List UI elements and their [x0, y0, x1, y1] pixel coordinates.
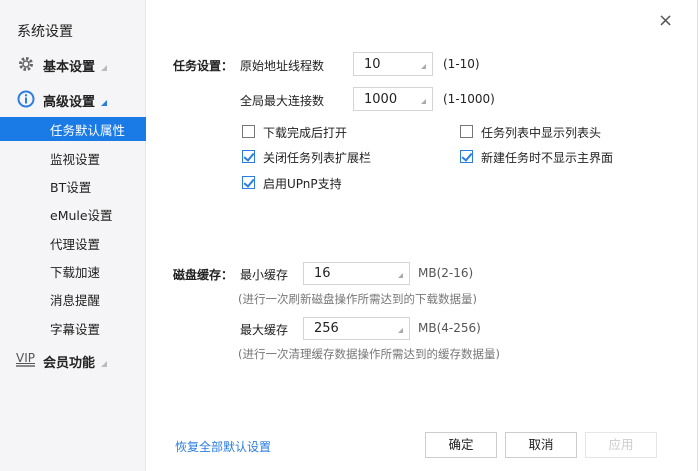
group-label: 基本设置: [43, 60, 96, 75]
task-section-label: 任务设置：: [173, 59, 234, 73]
sidebar-item-monitor[interactable]: 监视设置: [50, 149, 100, 168]
open-after-download-checkbox[interactable]: [242, 125, 255, 138]
checkbox-label: 下载完成后打开: [263, 126, 348, 140]
sidebar-item-proxy[interactable]: 代理设置: [50, 234, 100, 253]
window-title: 系统设置: [17, 24, 73, 40]
gear-icon: [17, 55, 35, 76]
threads-label: 原始地址线程数: [240, 59, 325, 73]
checkbox-label: 启用UPnP支持: [263, 177, 342, 191]
max-cache-range: MB(4-256): [418, 321, 481, 335]
ok-button[interactable]: 确定: [425, 432, 497, 458]
threads-select[interactable]: 10: [353, 52, 433, 76]
checkbox-label: 新建任务时不显示主界面: [481, 151, 614, 165]
dropdown-icon: [421, 64, 426, 69]
max-cache-label: 最大缓存: [240, 323, 289, 337]
connections-select[interactable]: 1000: [353, 87, 433, 111]
sidebar-item-acceleration[interactable]: 下载加速: [50, 262, 100, 281]
min-cache-label: 最小缓存: [240, 268, 289, 282]
max-cache-hint: (进行一次清理缓存数据操作所需达到的缓存数据量): [238, 347, 500, 361]
dropdown-icon: [398, 273, 403, 278]
max-cache-select[interactable]: 256: [303, 317, 410, 340]
cancel-button[interactable]: 取消: [505, 432, 577, 458]
close-icon[interactable]: ×: [658, 10, 673, 31]
cache-section-label: 磁盘缓存：: [173, 268, 234, 282]
close-extension-bar-checkbox[interactable]: [242, 150, 255, 163]
sidebar-item-subtitles[interactable]: 字幕设置: [50, 319, 100, 338]
connections-label: 全局最大连接数: [240, 94, 325, 108]
sidebar-item-bt[interactable]: BT设置: [50, 177, 91, 196]
threads-range: (1-10): [443, 57, 480, 71]
min-cache-range: MB(2-16): [418, 266, 474, 280]
max-cache-value: 256: [314, 321, 339, 336]
connections-range: (1-1000): [443, 92, 495, 106]
sidebar-group-basic[interactable]: 基本设置: [43, 56, 108, 75]
window-border: [697, 0, 698, 471]
group-label: 高级设置: [43, 95, 96, 110]
sidebar-group-advanced[interactable]: 高级设置: [43, 91, 108, 110]
enable-upnp-checkbox[interactable]: [242, 176, 255, 189]
dropdown-icon: [421, 99, 426, 104]
vip-icon: VIP: [16, 351, 35, 367]
sidebar-group-vip[interactable]: 会员功能: [43, 352, 108, 371]
connections-value: 1000: [364, 92, 398, 107]
restore-defaults-link[interactable]: 恢复全部默认设置: [175, 438, 271, 455]
sidebar-item-notifications[interactable]: 消息提醒: [50, 290, 100, 309]
hide-main-window-checkbox[interactable]: [460, 150, 473, 163]
min-cache-select[interactable]: 16: [303, 262, 410, 285]
expand-icon: [101, 65, 108, 71]
expand-icon: [101, 361, 108, 367]
dropdown-icon: [398, 328, 403, 333]
threads-value: 10: [364, 57, 381, 72]
info-icon: [17, 90, 35, 111]
group-label: 会员功能: [43, 356, 96, 371]
min-cache-hint: (进行一次刷新磁盘操作所需达到的下载数据量): [238, 292, 477, 306]
min-cache-value: 16: [314, 266, 331, 281]
collapse-icon: [101, 100, 108, 106]
apply-button[interactable]: 应用: [585, 432, 657, 458]
show-list-header-checkbox[interactable]: [460, 125, 473, 138]
sidebar: 系统设置 基本设置 高级设置 任务默认属性 监视设置 BT设置 eMule设置 …: [0, 0, 146, 471]
sidebar-item-emule[interactable]: eMule设置: [50, 205, 113, 224]
checkbox-label: 关闭任务列表扩展栏: [263, 151, 372, 165]
checkbox-label: 任务列表中显示列表头: [481, 126, 602, 140]
sidebar-item-task-defaults[interactable]: 任务默认属性: [50, 120, 125, 139]
